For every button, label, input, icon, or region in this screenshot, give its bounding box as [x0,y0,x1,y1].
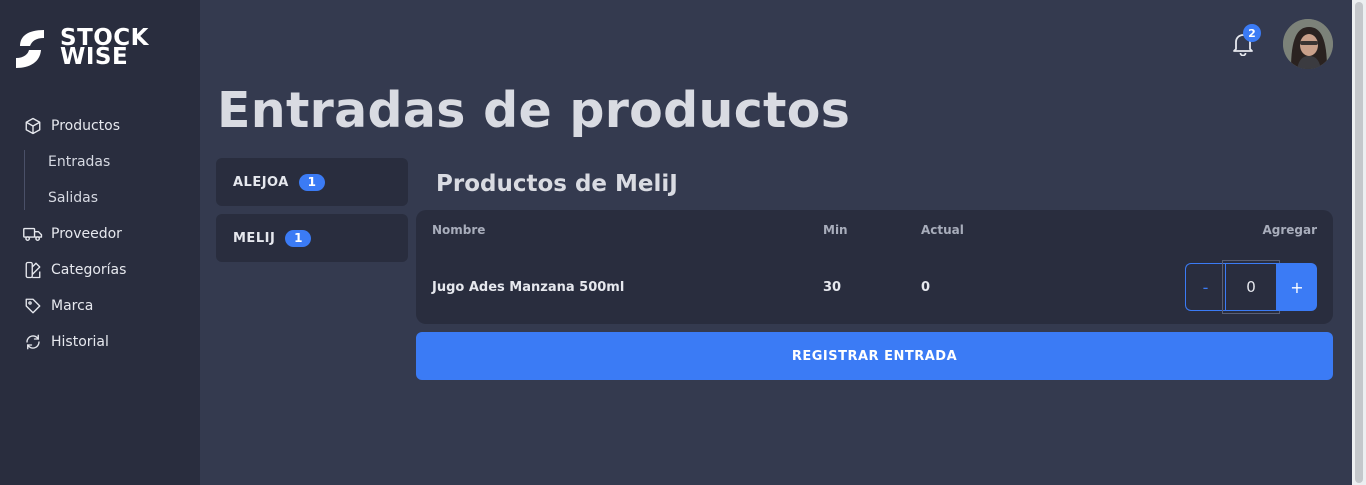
product-min: 30 [823,280,842,295]
category-icon [23,260,43,280]
column-header-actual: Actual [921,223,964,237]
truck-icon [23,224,43,244]
sidebar-item-label: Historial [51,334,109,350]
supplier-name: ALEJOA [233,174,289,190]
sidebar-submenu: Entradas Salidas [0,144,200,216]
logo[interactable]: STOCK WISE [16,25,150,70]
quantity-input[interactable] [1222,260,1280,314]
scrollbar-thumb[interactable] [1355,2,1363,483]
box-icon [23,116,43,136]
history-icon [23,332,43,352]
quantity-stepper: - + [1185,260,1317,314]
sidebar-item-label: Entradas [48,154,111,170]
sidebar-nav: Productos Entradas Salidas Proveedor Cat… [0,108,200,360]
sidebar-item-label: Categorías [51,262,127,278]
column-header-min: Min [823,223,848,237]
products-table: Nombre Min Actual Agregar Jugo Ades Manz… [416,210,1333,324]
sidebar: STOCK WISE Productos Entradas Salidas Pr… [0,0,200,485]
sidebar-item-historial[interactable]: Historial [0,324,200,360]
avatar[interactable] [1283,19,1333,69]
sidebar-item-categorias[interactable]: Categorías [0,252,200,288]
column-header-agregar: Agregar [1262,223,1317,237]
supplier-item-melij[interactable]: MELIJ 1 [216,214,408,262]
sidebar-item-label: Proveedor [51,226,122,242]
sidebar-item-label: Marca [51,298,94,314]
page-title: Entradas de productos [217,82,851,139]
supplier-name: MELIJ [233,230,276,246]
sidebar-item-marca[interactable]: Marca [0,288,200,324]
tag-icon [23,296,43,316]
sidebar-item-label: Salidas [48,190,99,206]
sidebar-item-entradas[interactable]: Entradas [0,144,200,180]
section-title: Productos de MeliJ [436,171,678,197]
sidebar-item-productos[interactable]: Productos [0,108,200,144]
sidebar-item-proveedor[interactable]: Proveedor [0,216,200,252]
register-entry-button[interactable]: REGISTRAR ENTRADA [416,332,1333,380]
product-current: 0 [921,280,931,295]
column-header-nombre: Nombre [432,223,486,237]
logo-text: STOCK WISE [60,25,150,70]
decrement-button[interactable]: - [1185,263,1225,311]
logo-mark-icon [16,30,44,68]
product-name: Jugo Ades Manzana 500ml [432,280,625,295]
supplier-item-alejoa[interactable]: ALEJOA 1 [216,158,408,206]
increment-button[interactable]: + [1277,263,1317,311]
supplier-count-badge: 1 [298,173,325,191]
sidebar-item-salidas[interactable]: Salidas [0,180,200,216]
scrollbar[interactable] [1352,0,1366,485]
sidebar-item-label: Productos [51,118,121,134]
notification-badge: 2 [1243,24,1261,42]
supplier-count-badge: 1 [285,229,312,247]
